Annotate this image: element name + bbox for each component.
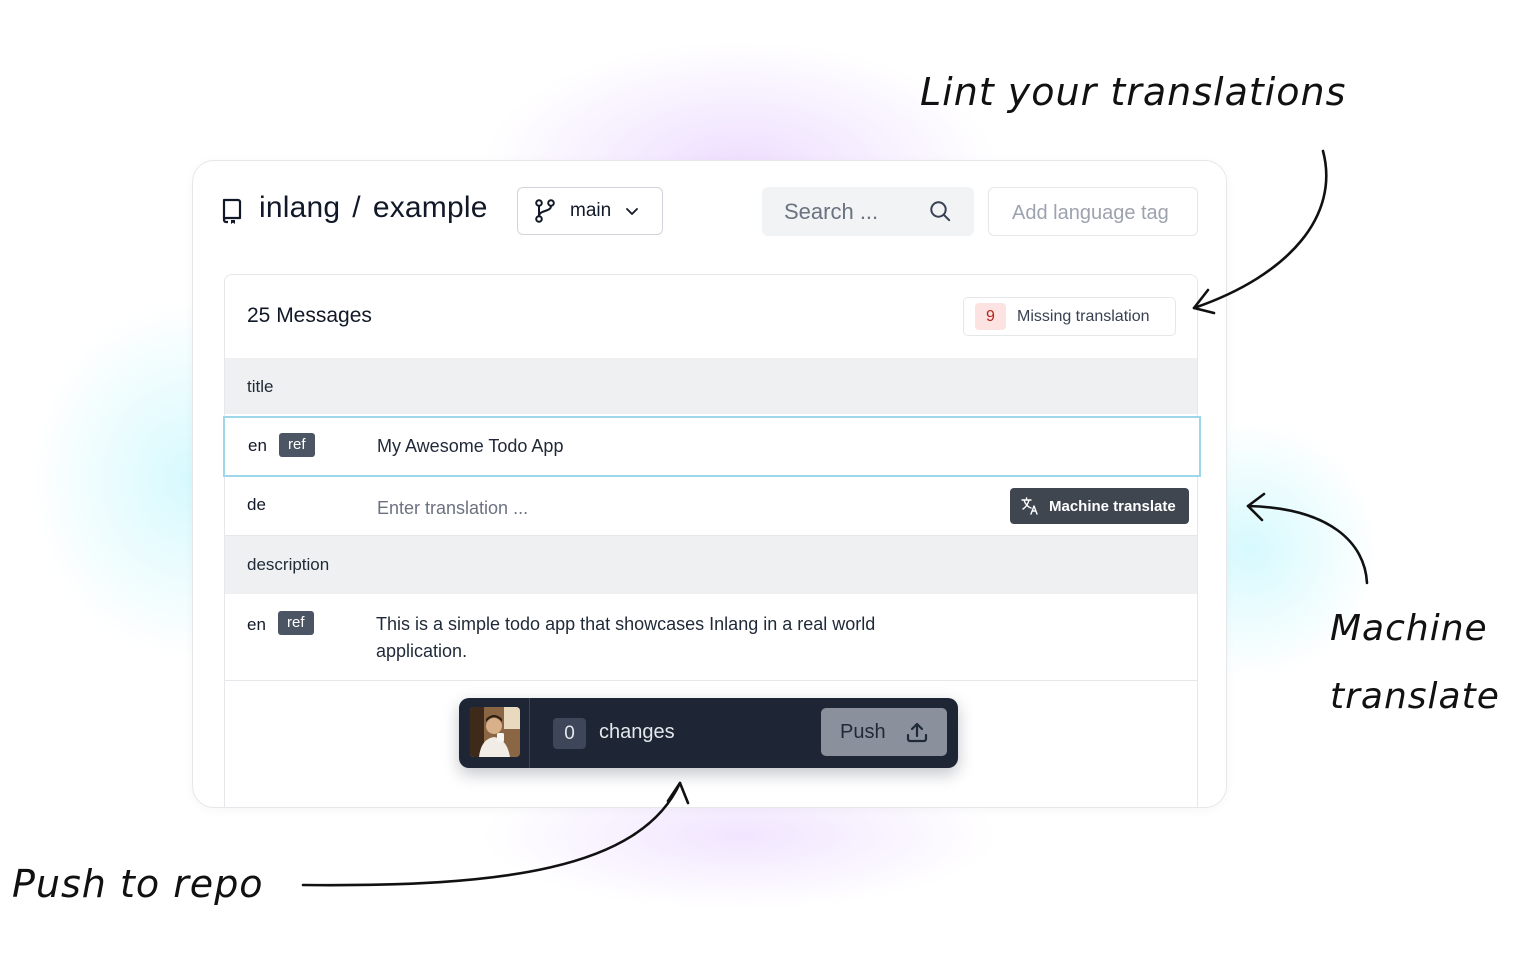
translate-icon bbox=[1021, 497, 1038, 515]
git-branch-icon bbox=[535, 199, 555, 223]
push-bar-divider bbox=[529, 698, 530, 768]
message-group-header: description bbox=[225, 536, 1197, 594]
annotation-arrow-machine bbox=[1246, 492, 1369, 585]
messages-header: 25 Messages 9 Missing translation bbox=[225, 275, 1197, 359]
branch-label: main bbox=[570, 200, 612, 221]
user-avatar[interactable] bbox=[470, 707, 520, 757]
language-code: en bbox=[247, 615, 266, 634]
messages-count-title: 25 Messages bbox=[247, 304, 372, 327]
search-icon[interactable] bbox=[929, 200, 951, 222]
lint-label: Missing translation bbox=[1017, 307, 1150, 325]
message-text[interactable]: This is a simple todo app that showcases… bbox=[376, 611, 936, 665]
message-row: de Machine translate bbox=[225, 479, 1197, 536]
lint-count: 9 bbox=[975, 303, 1006, 330]
annotation-arrow-push bbox=[301, 781, 690, 887]
search-input[interactable] bbox=[782, 197, 926, 227]
branch-selector[interactable]: main bbox=[517, 187, 663, 235]
language-code: de bbox=[247, 495, 266, 514]
chevron-down-icon bbox=[626, 208, 639, 215]
repo-breadcrumb[interactable]: inlang / example bbox=[259, 191, 488, 225]
search-box[interactable] bbox=[762, 187, 974, 236]
push-label: Push bbox=[840, 720, 886, 743]
breadcrumb-separator: / bbox=[352, 191, 361, 224]
annotation-machine-line2: translate bbox=[1330, 676, 1500, 717]
language-code: en bbox=[248, 436, 267, 455]
annotation-machine-line1: Machine bbox=[1330, 608, 1488, 649]
message-row-selected[interactable]: en ref My Awesome Todo App bbox=[223, 416, 1201, 477]
changes-count: 0 bbox=[553, 718, 586, 749]
add-language-field[interactable] bbox=[988, 187, 1198, 236]
message-id: description bbox=[247, 555, 330, 574]
message-text[interactable]: My Awesome Todo App bbox=[377, 433, 563, 460]
message-row: en ref This is a simple todo app that sh… bbox=[225, 595, 1197, 681]
repo-icon bbox=[222, 198, 242, 224]
repo-name[interactable]: example bbox=[373, 191, 488, 224]
repo-owner[interactable]: inlang bbox=[259, 191, 340, 224]
avatar-photo bbox=[470, 707, 520, 757]
push-bar: 0 changes Push bbox=[459, 698, 958, 768]
machine-translate-label: Machine translate bbox=[1049, 497, 1176, 515]
annotation-lint: Lint your translations bbox=[920, 70, 1347, 114]
machine-translate-button[interactable]: Machine translate bbox=[1010, 488, 1189, 524]
push-button[interactable]: Push bbox=[821, 708, 947, 756]
add-language-input[interactable] bbox=[1010, 199, 1194, 227]
editor-header: inlang / example main bbox=[193, 161, 1226, 261]
message-group-header: title bbox=[225, 358, 1197, 414]
ref-badge: ref bbox=[279, 433, 315, 457]
upload-icon bbox=[906, 722, 927, 743]
lint-filter-badge[interactable]: 9 Missing translation bbox=[963, 297, 1176, 336]
changes-label: changes bbox=[599, 721, 675, 743]
translation-input[interactable] bbox=[375, 493, 899, 523]
message-id: title bbox=[247, 377, 274, 396]
annotation-push: Push to repo bbox=[12, 862, 264, 906]
annotation-arrow-lint bbox=[1192, 149, 1328, 315]
ref-badge: ref bbox=[278, 611, 314, 635]
